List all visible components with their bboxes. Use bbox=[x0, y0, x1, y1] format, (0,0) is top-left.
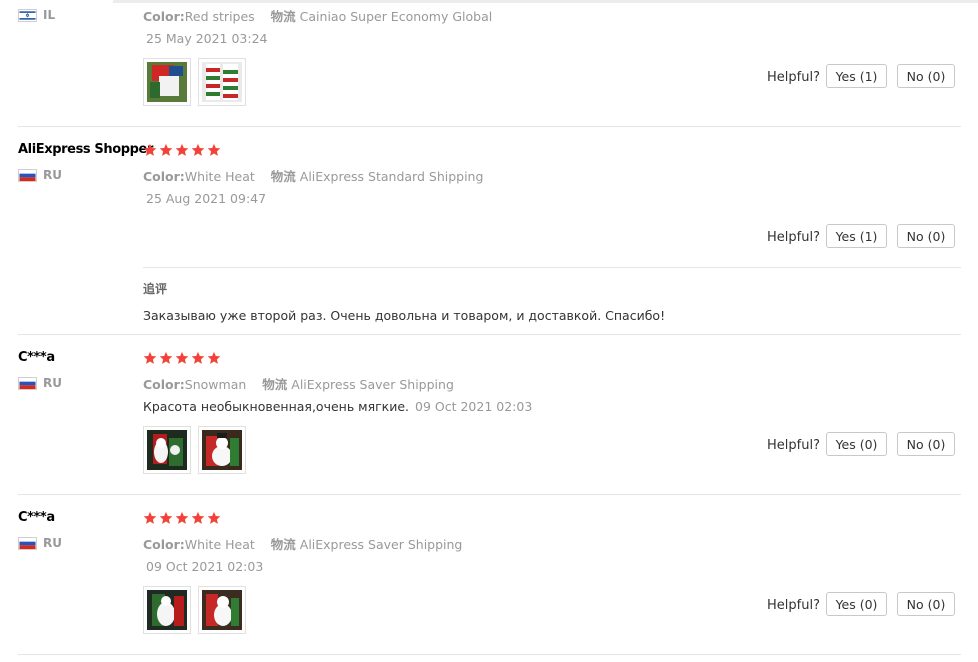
helpful-yes-button[interactable]: Yes (0) bbox=[826, 432, 887, 456]
star-rating bbox=[143, 351, 221, 365]
color-value: Snowman bbox=[184, 377, 247, 392]
color-label: Color: bbox=[143, 537, 185, 552]
star-icon bbox=[207, 511, 221, 524]
star-rating bbox=[143, 143, 221, 157]
star-icon bbox=[159, 511, 173, 524]
review-date: 25 Aug 2021 09:47 bbox=[146, 191, 267, 206]
country-code: RU bbox=[43, 536, 62, 550]
color-label: Color: bbox=[143, 9, 185, 24]
additional-feedback-divider bbox=[143, 267, 961, 268]
additional-feedback-label: 追评 bbox=[143, 282, 168, 296]
helpful-label: Helpful? bbox=[767, 230, 820, 245]
helpful-no-button[interactable]: No (0) bbox=[897, 432, 955, 456]
country-code: RU bbox=[43, 376, 62, 390]
russia-flag-icon bbox=[18, 376, 37, 390]
shipping-value: AliExpress Saver Shipping bbox=[299, 537, 463, 552]
star-icon bbox=[143, 511, 157, 524]
reviewer-country: RU bbox=[18, 536, 62, 550]
reviewer-name: C***a bbox=[18, 510, 55, 525]
star-icon bbox=[175, 351, 189, 364]
star-icon bbox=[175, 511, 189, 524]
review-date: 09 Oct 2021 02:03 bbox=[415, 399, 533, 414]
star-icon bbox=[159, 351, 173, 364]
reviewer-name: C***a bbox=[18, 350, 55, 365]
helpful-label: Helpful? bbox=[767, 438, 820, 453]
review-photo[interactable] bbox=[198, 586, 246, 634]
feedback-text: Красота необыкновенная,очень мягкие. bbox=[143, 399, 410, 414]
star-rating bbox=[143, 511, 221, 525]
helpful-no-button[interactable]: No (0) bbox=[897, 64, 955, 88]
review-divider bbox=[18, 494, 961, 495]
helpful-no-button[interactable]: No (0) bbox=[897, 592, 955, 616]
russia-flag-icon bbox=[18, 536, 37, 550]
reviewer-country: RU bbox=[18, 376, 62, 390]
star-icon bbox=[191, 511, 205, 524]
reviewer-name: AliExpress Shopper bbox=[18, 142, 153, 157]
star-icon bbox=[207, 143, 221, 156]
color-value: White Heat bbox=[184, 169, 255, 184]
review-photo[interactable] bbox=[143, 426, 191, 474]
review-divider bbox=[18, 334, 961, 335]
review-date: 25 May 2021 03:24 bbox=[146, 31, 268, 46]
star-icon bbox=[143, 143, 157, 156]
review-date: 09 Oct 2021 02:03 bbox=[146, 559, 264, 574]
helpful-yes-button[interactable]: Yes (1) bbox=[826, 64, 887, 88]
top-divider bbox=[113, 0, 978, 3]
review-photo[interactable] bbox=[143, 58, 191, 106]
color-label: Color: bbox=[143, 169, 185, 184]
shipping-label: 物流 bbox=[270, 9, 296, 24]
color-value: Red stripes bbox=[184, 9, 255, 24]
review-divider bbox=[18, 126, 961, 127]
shipping-value: Cainiao Super Economy Global bbox=[299, 9, 493, 24]
helpful-yes-button[interactable]: Yes (1) bbox=[826, 224, 887, 248]
color-value: White Heat bbox=[184, 537, 255, 552]
israel-flag-icon bbox=[18, 8, 37, 22]
color-label: Color: bbox=[143, 377, 185, 392]
review-feedback: Красота необыкновенная,очень мягкие. 09 O… bbox=[143, 399, 532, 414]
star-icon bbox=[143, 351, 157, 364]
reviewer-country: RU bbox=[18, 168, 62, 182]
additional-feedback-text: Заказываю уже второй раз. Очень довольна… bbox=[143, 308, 666, 323]
helpful-yes-button[interactable]: Yes (0) bbox=[826, 592, 887, 616]
review-sku-info: Color:White Heat 物流 AliExpress Saver Shi… bbox=[143, 534, 462, 553]
review-divider bbox=[18, 654, 961, 655]
shipping-value: AliExpress Saver Shipping bbox=[291, 377, 454, 392]
country-code: IL bbox=[43, 8, 56, 22]
reviewer-country: IL bbox=[18, 8, 55, 22]
helpful-no-button[interactable]: No (0) bbox=[897, 224, 955, 248]
helpful-label: Helpful? bbox=[767, 70, 820, 85]
helpful-label: Helpful? bbox=[767, 598, 820, 613]
star-icon bbox=[191, 351, 205, 364]
shipping-label: 物流 bbox=[270, 537, 296, 552]
review-sku-info: Color:Red stripes 物流 Cainiao Super Econo… bbox=[143, 6, 492, 25]
review-photo[interactable] bbox=[143, 586, 191, 634]
shipping-label: 物流 bbox=[262, 377, 288, 392]
review-sku-info: Color:White Heat 物流 AliExpress Standard … bbox=[143, 166, 483, 185]
shipping-label: 物流 bbox=[270, 169, 296, 184]
star-icon bbox=[207, 351, 221, 364]
star-icon bbox=[175, 143, 189, 156]
shipping-value: AliExpress Standard Shipping bbox=[299, 169, 484, 184]
country-code: RU bbox=[43, 168, 62, 182]
review-sku-info: Color:Snowman 物流 AliExpress Saver Shippi… bbox=[143, 374, 454, 393]
star-icon bbox=[191, 143, 205, 156]
russia-flag-icon bbox=[18, 168, 37, 182]
review-photo[interactable] bbox=[198, 426, 246, 474]
review-photo[interactable] bbox=[198, 58, 246, 106]
star-icon bbox=[159, 143, 173, 156]
